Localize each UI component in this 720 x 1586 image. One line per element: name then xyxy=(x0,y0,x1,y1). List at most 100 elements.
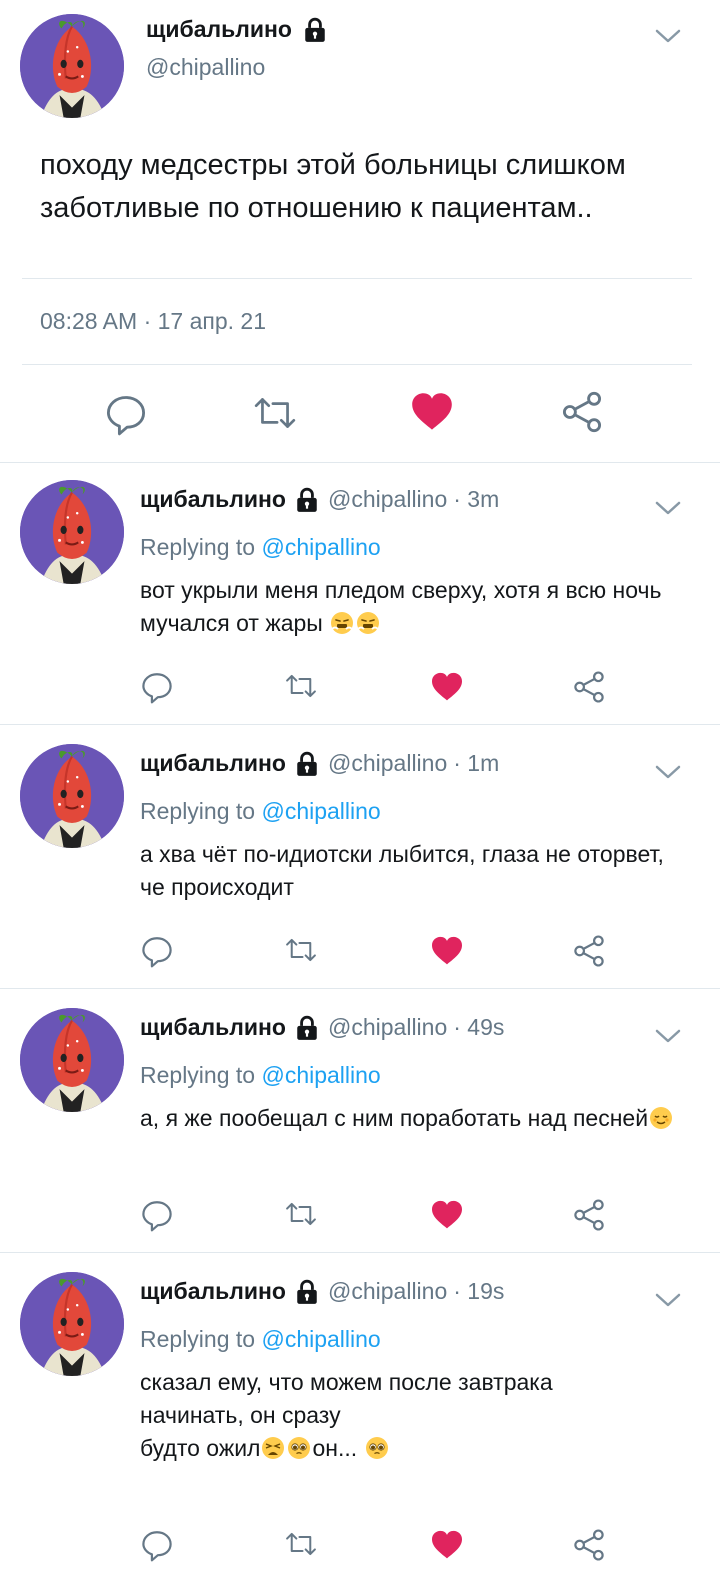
display-name[interactable]: щибальлино xyxy=(140,486,286,513)
avatar[interactable] xyxy=(20,1008,124,1112)
weary-face-emoji xyxy=(261,1436,285,1460)
avatar[interactable] xyxy=(20,14,124,118)
avatar[interactable] xyxy=(20,744,124,848)
reply-tweet[interactable]: щибальлино @chipallino · 1m Replying to … xyxy=(0,730,720,986)
tweet-time[interactable]: · 1m xyxy=(453,750,499,777)
like-button[interactable] xyxy=(430,672,464,702)
reply-tweet[interactable]: щибальлино @chipallino · 49s Replying to… xyxy=(0,994,720,1250)
retweet-icon xyxy=(284,1198,318,1230)
pleading-face-emoji xyxy=(365,1436,389,1460)
tweet-header: щибальлино @chipallino · 3m xyxy=(140,486,499,513)
tweet-text-body: он... xyxy=(312,1435,358,1461)
replying-prefix: Replying to xyxy=(140,1062,256,1088)
avatar[interactable] xyxy=(20,480,124,584)
share-button[interactable] xyxy=(560,390,604,434)
lock-icon xyxy=(294,751,320,777)
timestamp[interactable]: 08:28 AM · 17 апр. 21 xyxy=(40,308,266,335)
reply-button[interactable] xyxy=(104,392,148,436)
divider xyxy=(0,1252,720,1253)
retweet-button[interactable] xyxy=(284,934,318,966)
action-bar xyxy=(140,670,620,710)
chevron-down-icon[interactable] xyxy=(654,498,682,518)
share-icon xyxy=(572,1528,606,1562)
reply-icon xyxy=(140,1198,174,1232)
chevron-down-icon[interactable] xyxy=(654,762,682,782)
relieved-face-emoji xyxy=(649,1106,673,1130)
divider xyxy=(22,364,692,365)
retweet-button[interactable] xyxy=(252,392,298,434)
handle[interactable]: @chipallino xyxy=(328,1014,447,1041)
display-name[interactable]: щибальлино xyxy=(140,1278,286,1305)
retweet-button[interactable] xyxy=(284,1528,318,1560)
display-name-text: щибальлино xyxy=(146,16,292,42)
tweet-time[interactable]: · 3m xyxy=(453,486,499,513)
reply-button[interactable] xyxy=(140,934,174,968)
lock-icon xyxy=(294,1015,320,1041)
replying-to: Replying to @chipallino xyxy=(140,798,381,825)
lock-icon xyxy=(302,17,328,43)
divider xyxy=(0,462,720,463)
display-name[interactable]: щибальлино xyxy=(140,1014,286,1041)
tweet-text: а хва чёт по-идиотски лыбится, глаза не … xyxy=(140,838,680,904)
reply-button[interactable] xyxy=(140,1198,174,1232)
reply-tweet[interactable]: щибальлино @chipallino · 19s Replying to… xyxy=(0,1258,720,1586)
tweet-header: щибальлино @chipallino · 1m xyxy=(140,750,499,777)
share-button[interactable] xyxy=(572,1198,606,1232)
heart-icon xyxy=(430,1530,464,1560)
share-icon xyxy=(572,1198,606,1232)
retweet-button[interactable] xyxy=(284,1198,318,1230)
handle[interactable]: @chipallino xyxy=(328,750,447,777)
tweet-text-body: а хва чёт по-идиотски лыбится, глаза не … xyxy=(140,841,664,900)
reply-button[interactable] xyxy=(140,670,174,704)
replying-to-link[interactable]: @chipallino xyxy=(261,798,380,824)
pleading-face-emoji xyxy=(287,1436,311,1460)
tweet-text-body: вот укрыли меня пледом сверху, хотя я вс… xyxy=(140,577,662,636)
chevron-down-icon[interactable] xyxy=(654,1026,682,1046)
tweet-text: вот укрыли меня пледом сверху, хотя я вс… xyxy=(140,574,680,640)
share-button[interactable] xyxy=(572,934,606,968)
replying-to: Replying to @chipallino xyxy=(140,1326,381,1353)
like-button[interactable] xyxy=(430,1530,464,1560)
heart-icon xyxy=(410,392,454,432)
retweet-icon xyxy=(252,392,298,434)
retweet-icon xyxy=(284,1528,318,1560)
replying-to-link[interactable]: @chipallino xyxy=(261,534,380,560)
reply-tweet[interactable]: щибальлино @chipallino · 3m Replying to … xyxy=(0,466,720,722)
handle[interactable]: @chipallino xyxy=(328,1278,447,1305)
retweet-button[interactable] xyxy=(284,670,318,702)
divider xyxy=(0,988,720,989)
reply-icon xyxy=(140,670,174,704)
action-bar xyxy=(64,388,664,438)
tweet-text-body: а, я же пообещал с ним поработать над пе… xyxy=(140,1105,649,1131)
display-name[interactable]: щибальлино xyxy=(140,750,286,777)
reply-button[interactable] xyxy=(140,1528,174,1562)
heart-icon xyxy=(430,1200,464,1230)
divider xyxy=(22,278,692,279)
tweet-time[interactable]: · 19s xyxy=(453,1278,504,1305)
chevron-down-icon[interactable] xyxy=(654,26,682,46)
handle[interactable]: @chipallino xyxy=(146,54,265,81)
tweet-time[interactable]: · 49s xyxy=(453,1014,504,1041)
chevron-down-icon[interactable] xyxy=(654,1290,682,1310)
avatar-image xyxy=(20,14,124,118)
action-bar xyxy=(140,934,620,974)
like-button[interactable] xyxy=(430,936,464,966)
avatar-image xyxy=(20,1008,124,1112)
retweet-icon xyxy=(284,670,318,702)
lock-icon xyxy=(294,1279,320,1305)
handle[interactable]: @chipallino xyxy=(328,486,447,513)
avatar-image xyxy=(20,1272,124,1376)
like-button[interactable] xyxy=(410,392,454,432)
action-bar xyxy=(140,1528,620,1568)
like-button[interactable] xyxy=(430,1200,464,1230)
lock-icon xyxy=(294,487,320,513)
share-button[interactable] xyxy=(572,1528,606,1562)
avatar[interactable] xyxy=(20,1272,124,1376)
replying-to-link[interactable]: @chipallino xyxy=(261,1062,380,1088)
share-button[interactable] xyxy=(572,670,606,704)
reply-icon xyxy=(140,934,174,968)
replying-to: Replying to @chipallino xyxy=(140,1062,381,1089)
replying-to-link[interactable]: @chipallino xyxy=(261,1326,380,1352)
display-name[interactable]: щибальлино xyxy=(146,16,328,43)
heart-icon xyxy=(430,936,464,966)
